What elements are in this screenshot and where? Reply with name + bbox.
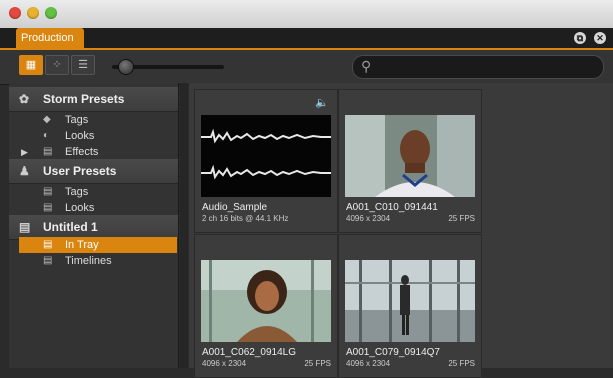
section-storm-presets[interactable]: ✿ Storm Presets [9,87,178,112]
looks-icon: ◐ [43,130,50,141]
sidebar-item-user-looks[interactable]: ▤ Looks [9,200,178,216]
close-window-button[interactable] [9,7,21,19]
section-user-presets[interactable]: ♟ User Presets [9,159,178,184]
clip-resolution: 4096 x 2304 [346,359,391,368]
clip-name: A001_C062_0914LG [202,347,296,358]
search-icon: ⚲ [361,58,372,74]
looks-icon: ▤ [43,202,53,213]
sidebar-item-in-tray[interactable]: ▤ In Tray [19,237,177,253]
clip-card-a001-c079[interactable]: A001_C079_0914Q7 4096 x 2304 25 FPS [338,234,482,378]
clip-thumbnail [345,260,475,342]
sidebar-item-tags[interactable]: ◆ Tags [9,112,178,128]
search-input[interactable]: ⚲ [352,55,604,79]
large-grid-view-button[interactable]: ▦ [19,55,43,75]
sidebar-item-user-tags[interactable]: ▤ Tags [9,184,178,200]
clip-fps: 25 FPS [448,359,475,368]
slider-knob[interactable] [118,59,134,75]
clip-name: A001_C010_091441 [346,202,438,213]
speaker-icon: 🔈 [315,97,329,109]
user-icon: ♟ [19,164,30,178]
small-grid-view-button[interactable]: ⁘ [45,55,69,75]
project-icon: ▤ [19,220,31,234]
clip-fps: 25 FPS [448,214,475,223]
clip-thumbnail [201,260,331,342]
clip-info: 2 ch 16 bits @ 44.1 KHz [202,214,289,223]
clip-name: Audio_Sample [202,202,268,213]
clip-resolution: 4096 x 2304 [202,359,247,368]
audio-waveform-thumbnail [201,115,331,197]
clip-fps: 25 FPS [304,359,331,368]
sidebar-item-looks[interactable]: ◐ Looks [9,128,178,144]
tab-label: Production [21,32,74,44]
tags-icon: ◆ [43,114,51,125]
grid-large-icon: ▦ [25,59,37,71]
sidebar-item-effects[interactable]: ▶ ▤ Effects [9,144,178,160]
clip-grid: 🔈 Audio_Sample 2 ch 16 bits @ 44.1 KHz A… [189,83,613,378]
disclosure-triangle-icon[interactable]: ▶ [21,144,28,160]
close-icon[interactable]: ✕ [594,32,606,44]
tags-icon: ▤ [43,186,53,197]
zoom-window-button[interactable] [45,7,57,19]
toolbar: ▦ ⁘ ☰ ⚲ [0,48,613,85]
clip-card-a001-c010[interactable]: A001_C010_091441 4096 x 2304 25 FPS [338,89,482,233]
storm-icon: ✿ [19,92,30,106]
clip-card-audio-sample[interactable]: 🔈 Audio_Sample 2 ch 16 bits @ 44.1 KHz [194,89,338,233]
clip-thumbnail [345,115,475,197]
list-icon: ☰ [78,59,88,71]
sidebar-item-timelines[interactable]: ▤ Timelines [9,253,178,269]
sidebar-scrollbar[interactable] [180,83,188,368]
window-titlebar [0,0,613,29]
list-view-button[interactable]: ☰ [71,55,95,75]
clip-name: A001_C079_0914Q7 [346,347,440,358]
clip-card-a001-c062[interactable]: A001_C062_0914LG 4096 x 2304 25 FPS [194,234,338,378]
grid-small-icon: ⁘ [52,59,62,71]
tab-bar: Production ⧉ ✕ [0,28,613,48]
tray-icon: ▤ [43,239,53,250]
clip-resolution: 4096 x 2304 [346,214,391,223]
tab-production[interactable]: Production [16,28,84,48]
detach-icon[interactable]: ⧉ [574,32,586,44]
minimize-window-button[interactable] [27,7,39,19]
timelines-icon: ▤ [43,255,53,266]
sidebar: ✿ Storm Presets ◆ Tags ◐ Looks ▶ ▤ Effec… [9,83,179,368]
effects-icon: ▤ [43,146,53,157]
